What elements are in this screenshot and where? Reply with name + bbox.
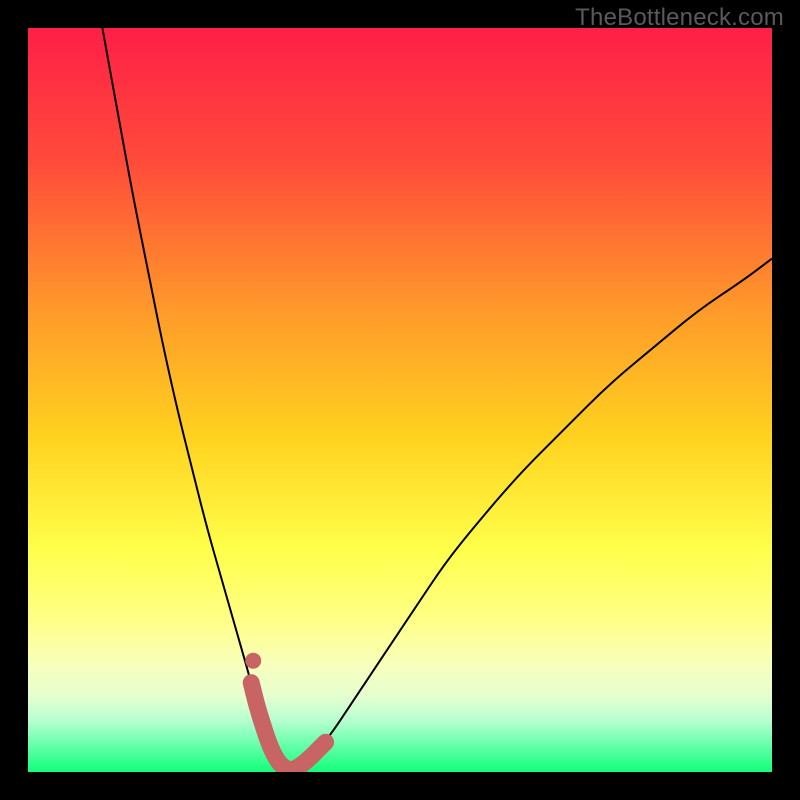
plot-area (28, 28, 772, 772)
curve-highlight (251, 683, 325, 770)
highlight-dot (245, 653, 261, 669)
bottleneck-curve (28, 28, 772, 772)
watermark-text: TheBottleneck.com (575, 4, 784, 32)
chart-frame: TheBottleneck.com (0, 0, 800, 800)
curve-path (102, 28, 772, 770)
